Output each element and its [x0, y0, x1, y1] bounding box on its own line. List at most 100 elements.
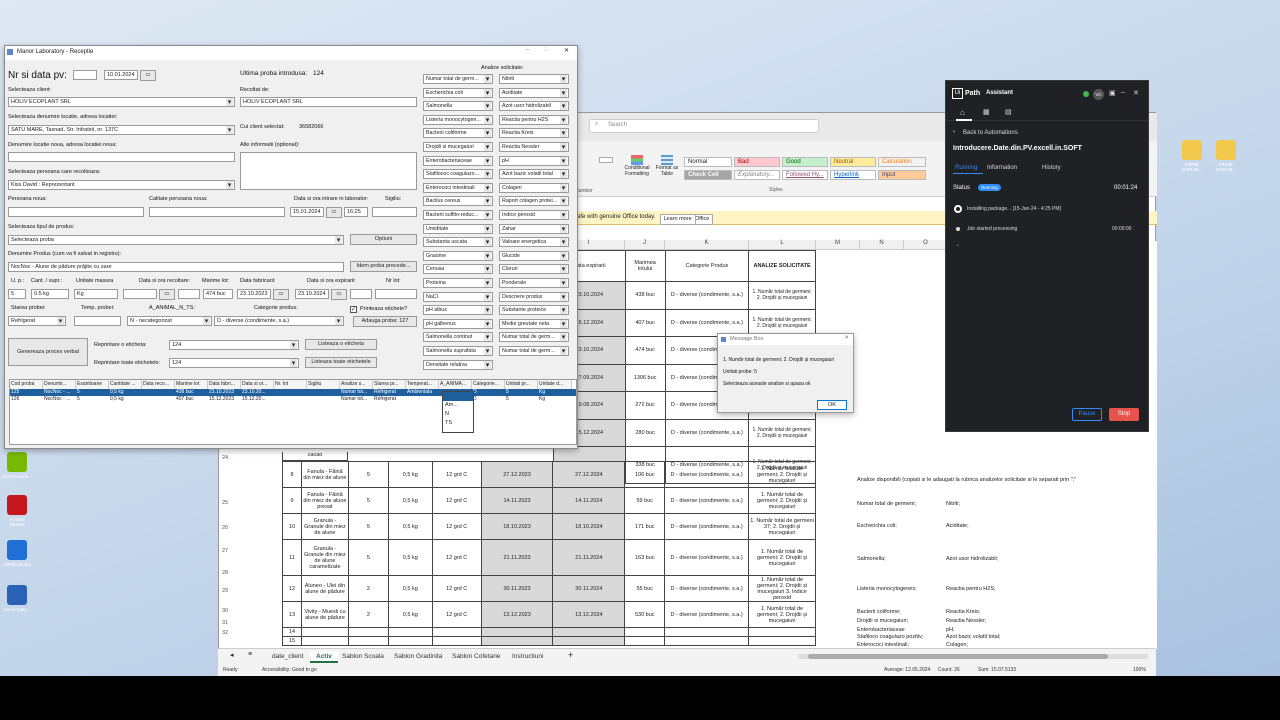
analysis-select[interactable]: Azot usor hidrolizabil — [499, 101, 569, 112]
analysis-select[interactable]: Glucide — [499, 250, 569, 261]
status-accessibility[interactable]: Accessibility: Good to go — [262, 667, 317, 673]
analysis-select[interactable]: Bacterii coliforme — [423, 128, 493, 139]
pause-button[interactable]: Pause — [1072, 408, 1102, 421]
column-header-k[interactable]: K — [665, 240, 749, 250]
column-header[interactable]: Starea pr... — [373, 380, 406, 389]
cell-prod[interactable]: Vivity - Muesli cu alune de pădure — [300, 601, 349, 628]
print-all-labels-button[interactable]: Listeaza toate etichetele — [305, 357, 377, 368]
cell-an[interactable]: 1. Număr total de germeni; 2. Drojdii și… — [748, 575, 816, 602]
table-cell[interactable]: Kg — [538, 396, 572, 403]
cell-lot-size[interactable]: 407 buc — [624, 308, 666, 337]
cell-n[interactable]: 5 — [347, 461, 389, 488]
location-select[interactable]: SATU MARE, Tasnad, Str. Infratirii, nr. … — [8, 125, 235, 135]
close-icon[interactable]: ✕ — [564, 47, 569, 54]
cell-nr[interactable]: 13 — [282, 601, 302, 628]
tab-running[interactable]: Running — [955, 165, 977, 171]
analysis-select[interactable]: Salmonella — [423, 101, 493, 112]
cell-category[interactable]: D - diverse (condimente, s.a.) — [664, 418, 750, 447]
column-header[interactable]: Temperat... — [406, 380, 439, 389]
cell-cant[interactable]: 0,5 kg — [387, 601, 433, 628]
new-person-input[interactable] — [8, 207, 144, 217]
row-number[interactable]: 28 — [220, 570, 230, 576]
animal-category-select[interactable]: N - necategorizat — [127, 316, 212, 326]
idem-previous-button[interactable]: Idem proba precede... — [350, 261, 417, 272]
expiry-calendar-button[interactable]: ▭ — [331, 289, 347, 300]
table-cell[interactable]: 23.10.20... — [241, 389, 274, 396]
analysis-select[interactable]: Salmonella suprafata — [423, 346, 493, 356]
table-cell[interactable]: Ambientala — [406, 389, 439, 396]
briefcase-icon[interactable]: ▤ — [1005, 108, 1012, 116]
close-icon[interactable]: ✕ — [844, 335, 849, 341]
analysis-select[interactable]: Zahar — [499, 223, 569, 234]
cell-d2[interactable]: 14.11.2024 — [552, 487, 626, 514]
tab-history[interactable]: History — [1042, 165, 1061, 171]
column-header[interactable]: Esantioane — [76, 380, 109, 389]
cell-d2[interactable] — [552, 636, 626, 646]
row-number[interactable]: 26 — [220, 525, 230, 531]
print-one-label-button[interactable]: Listeaza o eticheta — [305, 339, 377, 350]
table-cell[interactable]: 126 — [10, 396, 43, 403]
cell-cant[interactable]: 0,5 kg — [387, 575, 433, 602]
cell-lot[interactable]: 106 buc — [624, 461, 666, 488]
cell-temp[interactable]: 12 grd C — [431, 487, 482, 514]
dropdown-option[interactable]: Am... — [443, 401, 473, 410]
row-number[interactable]: 27 — [220, 548, 230, 554]
minimize-icon[interactable]: – — [1121, 89, 1125, 96]
reprint-one-select[interactable]: 124 — [169, 340, 299, 350]
column-header[interactable]: Data si or... — [241, 380, 274, 389]
sample-state-select[interactable]: Refrigerat — [8, 316, 66, 326]
cell-temp[interactable]: 12 grd C — [431, 575, 482, 602]
home-icon[interactable]: ⌂ — [960, 108, 965, 117]
analysis-select[interactable]: Bacilus cereus — [423, 196, 493, 207]
dropdown-option[interactable]: N — [443, 410, 473, 419]
table-cell[interactable] — [406, 396, 439, 403]
calendar-icon[interactable]: ▦ — [983, 108, 990, 116]
analysis-select[interactable]: Descriere produs — [499, 291, 569, 302]
table-cell[interactable]: 15.12.2023 — [208, 396, 241, 403]
table-cell[interactable]: D — [472, 389, 505, 396]
cell-an[interactable]: 1. Număr total de germeni 37; 2. Drojdii… — [748, 513, 816, 540]
cell-lot[interactable] — [624, 636, 666, 646]
reprint-all-select[interactable]: 124 — [169, 358, 299, 368]
format-as-table-button[interactable]: Format as Table — [654, 155, 680, 177]
analysis-select[interactable]: Bacterii sulfito-reduc... — [423, 210, 493, 220]
column-header-j[interactable]: J — [625, 240, 665, 250]
cell-cant[interactable]: 0,5 kg — [387, 487, 433, 514]
samples-results-table[interactable]: Cod proba Denumir... Esantioane Cantitate .… — [9, 379, 577, 445]
analysis-select[interactable]: pH albus — [423, 305, 493, 316]
desktop-icon-folder[interactable]: FIRME SUPLIM... — [1177, 140, 1207, 172]
cell-lot-size[interactable]: 474 buc — [624, 336, 666, 365]
cell-an[interactable]: 1. Număr total de germeni; 2. Drojdii și… — [748, 539, 816, 576]
table-cell[interactable]: 0,5 kg — [109, 396, 142, 403]
table-cell[interactable]: 0,5 kg — [109, 389, 142, 396]
cell-lot[interactable] — [624, 627, 666, 637]
cell-temp[interactable] — [431, 636, 482, 646]
dropdown-option[interactable] — [443, 392, 473, 401]
desktop-icon-excel-tool[interactable]: ExcelAnaly... — [2, 585, 32, 612]
cell-lot[interactable]: 55 buc — [624, 575, 666, 602]
optiuni-button[interactable]: Optiuni — [350, 234, 417, 245]
cell-an[interactable]: 1. Număr total de germeni; 2. Drojdii și… — [748, 601, 816, 628]
table-cell[interactable] — [307, 396, 340, 403]
analysis-select[interactable]: pH — [499, 155, 569, 166]
table-cell[interactable] — [142, 396, 175, 403]
row-number[interactable]: 29 — [220, 588, 230, 594]
analysis-select[interactable]: NaCl — [423, 291, 493, 302]
cell-d1[interactable]: 18.10.2023 — [480, 513, 554, 540]
cell-cat[interactable]: D - diverse (condimente, s.a.) — [664, 575, 750, 602]
desktop-icon-acrobat[interactable]: Acrobat Reader — [2, 495, 32, 527]
cell-cant[interactable]: 0,5 kg — [387, 461, 433, 488]
excel-search-input[interactable]: ⌕ Search — [589, 119, 819, 133]
table-cell[interactable]: NocNoc - ... — [43, 389, 76, 396]
table-cell[interactable] — [274, 396, 307, 403]
cell-d1[interactable] — [480, 636, 554, 646]
column-header-m[interactable]: M — [816, 240, 860, 250]
cell-category[interactable]: D - diverse (condimente, s.a.) — [664, 281, 750, 310]
cell-cat[interactable]: D - diverse (condimente, s.a.) — [664, 539, 750, 576]
cell-lot[interactable]: 59 buc — [624, 487, 666, 514]
add-sample-button[interactable]: Adauga proba: 127 — [353, 316, 417, 327]
analysis-select[interactable]: Escherichia coli — [423, 87, 493, 98]
table-cell[interactable] — [142, 389, 175, 396]
cell-cant[interactable] — [387, 636, 433, 646]
cell-cat[interactable] — [664, 636, 750, 646]
